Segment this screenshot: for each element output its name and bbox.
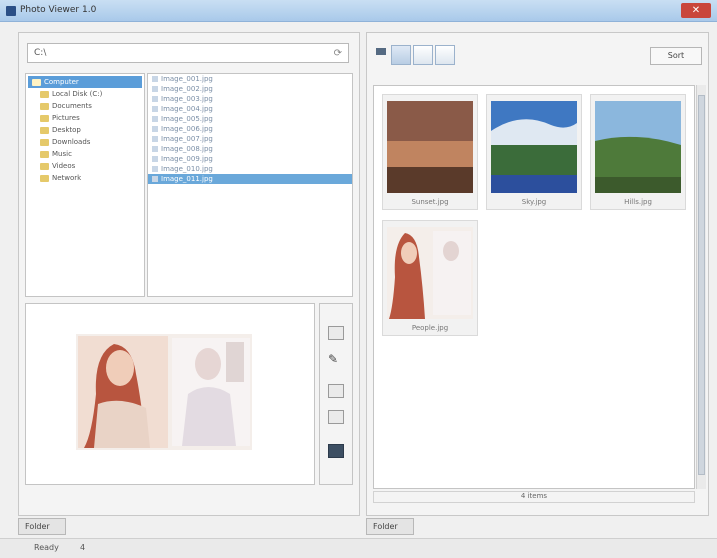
thumbnail-caption: Sky.jpg: [521, 198, 547, 206]
app-logo-icon: [6, 6, 16, 16]
fit-icon[interactable]: [328, 326, 344, 340]
thumbnail[interactable]: People.jpg: [382, 220, 478, 336]
tree-item[interactable]: Local Disk (C:): [26, 88, 144, 100]
list-item-selected[interactable]: Image_011.jpg: [148, 174, 352, 184]
thumbnail-view-button[interactable]: [391, 45, 411, 65]
image-preview: [25, 303, 315, 485]
file-icon: [152, 136, 158, 142]
browser-pane: C:\ ⟳ Computer Local Disk (C:) Documents…: [18, 32, 360, 516]
folder-icon: [40, 126, 49, 134]
thumbnail-status: 4 items: [373, 491, 695, 503]
thumbnail-image: [595, 101, 681, 193]
tree-item[interactable]: Videos: [26, 160, 144, 172]
file-icon: [152, 146, 158, 152]
tree-item[interactable]: Desktop: [26, 124, 144, 136]
file-icon: [152, 116, 158, 122]
view-icon[interactable]: [375, 45, 389, 65]
list-item[interactable]: Image_005.jpg: [148, 114, 352, 124]
sort-button[interactable]: Sort: [650, 47, 702, 65]
folder-icon: [40, 174, 49, 182]
rotate-right-icon[interactable]: [328, 410, 344, 424]
status-text: Ready: [34, 543, 59, 552]
thumbnail-scrollbar[interactable]: [696, 85, 706, 489]
details-view-button[interactable]: [435, 45, 455, 65]
tab-folder-left[interactable]: Folder: [18, 518, 66, 535]
file-icon: [152, 156, 158, 162]
tree-item[interactable]: Music: [26, 148, 144, 160]
list-item[interactable]: Image_004.jpg: [148, 104, 352, 114]
item-count: 4: [80, 543, 86, 552]
file-icon: [152, 76, 158, 82]
list-item[interactable]: Image_010.jpg: [148, 164, 352, 174]
status-bar: Ready 4: [0, 538, 717, 558]
path-input[interactable]: C:\ ⟳: [27, 43, 349, 63]
tree-item[interactable]: Pictures: [26, 112, 144, 124]
file-icon: [152, 166, 158, 172]
list-item[interactable]: Image_007.jpg: [148, 134, 352, 144]
tree-item[interactable]: Documents: [26, 100, 144, 112]
tab-folder-right[interactable]: Folder: [366, 518, 414, 535]
path-value: C:\: [34, 48, 47, 58]
thumbnail-grid: Sunset.jpg Sky.jpg Hills.jpg People.jpg: [373, 85, 695, 489]
thumbnail-image: [387, 101, 473, 193]
thumbnail-image: [491, 101, 577, 193]
thumbnail[interactable]: Hills.jpg: [590, 94, 686, 210]
thumbnail-caption: People.jpg: [411, 324, 449, 332]
list-item[interactable]: Image_008.jpg: [148, 144, 352, 154]
thumbnail-caption: Sunset.jpg: [411, 198, 449, 206]
folder-icon: [40, 138, 49, 146]
thumbnail[interactable]: Sunset.jpg: [382, 94, 478, 210]
thumbnail-image: [387, 227, 473, 319]
computer-icon: [32, 78, 41, 86]
list-item[interactable]: Image_009.jpg: [148, 154, 352, 164]
list-item[interactable]: Image_001.jpg: [148, 74, 352, 84]
file-icon: [152, 96, 158, 102]
folder-icon: [40, 102, 49, 110]
list-item[interactable]: Image_006.jpg: [148, 124, 352, 134]
edit-icon[interactable]: ✎: [328, 352, 344, 366]
tree-item[interactable]: Network: [26, 172, 144, 184]
folder-icon: [40, 114, 49, 122]
title-bar: Photo Viewer 1.0 ✕: [0, 0, 717, 22]
rotate-left-icon[interactable]: [328, 384, 344, 398]
file-list[interactable]: Image_001.jpg Image_002.jpg Image_003.jp…: [147, 73, 353, 297]
list-item[interactable]: Image_002.jpg: [148, 84, 352, 94]
preview-image: [76, 334, 252, 450]
fullscreen-icon[interactable]: [328, 444, 344, 458]
window-title: Photo Viewer 1.0: [20, 5, 97, 15]
file-icon: [152, 126, 158, 132]
file-icon: [152, 86, 158, 92]
view-toolbar: [375, 41, 455, 69]
folder-icon: [40, 150, 49, 158]
file-icon: [152, 176, 158, 182]
refresh-icon[interactable]: ⟳: [334, 48, 342, 59]
tree-item[interactable]: Computer: [28, 76, 142, 88]
list-view-button[interactable]: [413, 45, 433, 65]
folder-icon: [40, 90, 49, 98]
folder-tree[interactable]: Computer Local Disk (C:) Documents Pictu…: [25, 73, 145, 297]
list-item[interactable]: Image_003.jpg: [148, 94, 352, 104]
tree-item[interactable]: Downloads: [26, 136, 144, 148]
folder-icon: [40, 162, 49, 170]
file-icon: [152, 106, 158, 112]
thumbnail-pane: Sort Sunset.jpg Sky.jpg Hills.jpg People…: [366, 32, 709, 516]
close-button[interactable]: ✕: [681, 3, 711, 18]
preview-toolbar: ✎: [319, 303, 353, 485]
thumbnail-caption: Hills.jpg: [624, 198, 652, 206]
thumbnail[interactable]: Sky.jpg: [486, 94, 582, 210]
scroll-thumb[interactable]: [698, 95, 705, 475]
